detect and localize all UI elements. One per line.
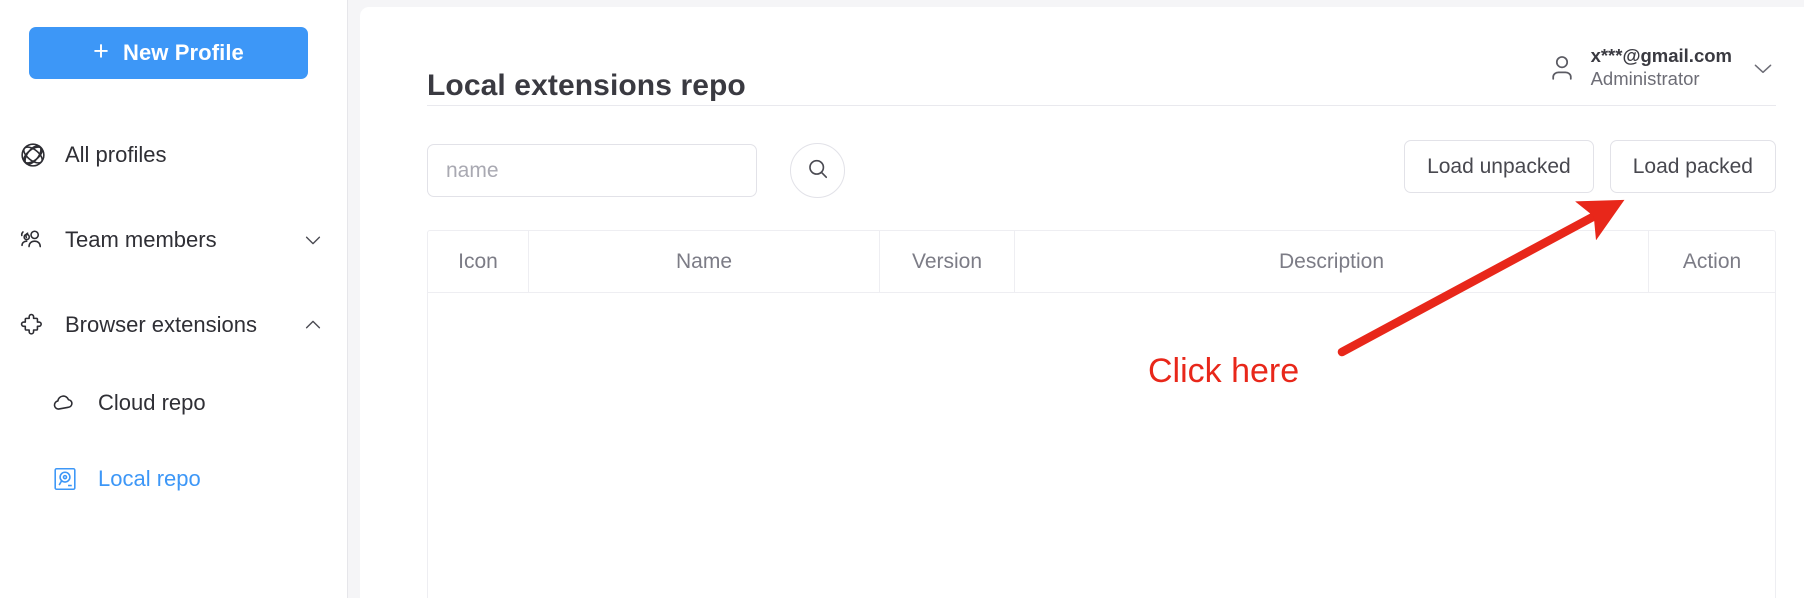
sidebar-nav: All profiles Team members Browser extens… [0,128,348,504]
sidebar-item-team-members[interactable]: Team members [0,213,348,267]
user-info: x***@gmail.com Administrator [1591,45,1732,90]
sidebar-item-local-repo[interactable]: Local repo [0,454,348,504]
header-divider [427,105,1776,106]
disk-icon [50,464,80,494]
sidebar-item-all-profiles[interactable]: All profiles [0,128,348,182]
plus-icon: + [93,36,109,66]
globe-icon [18,140,48,170]
sidebar-item-label: Local repo [98,466,201,491]
load-unpacked-button[interactable]: Load unpacked [1404,140,1594,193]
user-menu[interactable]: x***@gmail.com Administrator [1545,45,1776,90]
sidebar-item-label: Cloud repo [98,390,206,415]
user-icon [1545,51,1579,85]
content-card: Local extensions repo x***@gmail.com Adm… [360,7,1804,598]
toolbar: Load unpacked Load packed [427,140,1776,202]
sidebar-item-label: Team members [65,227,217,252]
search-button[interactable] [790,143,845,198]
search-icon [805,156,831,185]
puzzle-icon [18,310,48,340]
new-profile-button[interactable]: + New Profile [29,27,308,79]
sidebar-item-label: Browser extensions [65,312,257,337]
toolbar-actions: Load unpacked Load packed [1404,140,1776,193]
main-area: Local extensions repo x***@gmail.com Adm… [348,0,1804,598]
chevron-up-icon[interactable] [302,314,324,336]
cloud-icon [50,388,80,418]
sidebar: + New Profile All profiles Team members … [0,0,348,598]
column-header-action: Action [1682,249,1742,273]
load-packed-button[interactable]: Load packed [1609,140,1776,193]
column-header-description: Description [1015,231,1649,292]
table-body [428,293,1775,598]
sidebar-item-cloud-repo[interactable]: Cloud repo [0,378,348,428]
sidebar-item-browser-extensions[interactable]: Browser extensions [0,298,348,352]
chevron-down-icon[interactable] [1750,55,1776,81]
chevron-down-icon[interactable] [302,229,324,251]
team-icon [18,225,48,255]
column-header-icon: Icon [428,231,529,292]
search-input[interactable] [427,144,757,197]
column-header-name: Name [529,231,880,292]
user-role: Administrator [1590,67,1700,89]
app-root: + New Profile All profiles Team members … [0,0,1804,598]
user-email: x***@gmail.com [1590,45,1732,66]
page-title: Local extensions repo [427,69,746,103]
table-header-row: Icon Name Version Description Action [428,231,1775,293]
column-header-version: Version [880,231,1015,292]
extensions-table: Icon Name Version Description Action [427,230,1776,598]
sidebar-item-label: All profiles [65,142,167,167]
new-profile-label: New Profile [122,40,244,65]
